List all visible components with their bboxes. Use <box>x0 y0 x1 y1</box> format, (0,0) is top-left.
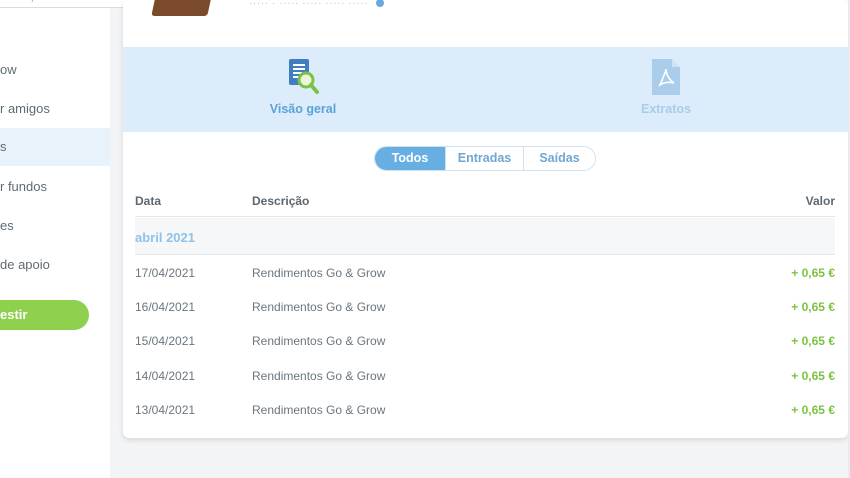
row-description: Rendimentos Go & Grow <box>252 334 386 348</box>
table-row[interactable]: 16/04/2021 Rendimentos Go & Grow + 0,65 … <box>135 290 835 324</box>
row-date: 13/04/2021 <box>135 403 196 417</box>
column-header-value: Valor <box>805 194 835 208</box>
sidebar-item-label: es <box>0 218 14 233</box>
row-date: 15/04/2021 <box>135 334 196 348</box>
column-header-description: Descrição <box>252 194 310 208</box>
column-header-date: Data <box>135 194 162 208</box>
row-value: + 0,65 € <box>791 300 835 314</box>
sidebar-item-label: de apoio <box>0 257 50 272</box>
sidebar-item-invite-friends[interactable]: r amigos <box>0 90 110 128</box>
row-date: 16/04/2021 <box>135 300 196 314</box>
row-value: + 0,65 € <box>791 266 835 280</box>
invest-button[interactable]: estir <box>0 300 89 330</box>
row-description: Rendimentos Go & Grow <box>252 300 386 314</box>
sidebar-item-label: r fundos <box>0 179 47 194</box>
table-header: Data Descrição Valor <box>135 190 835 217</box>
tab-statements[interactable]: Extratos <box>576 47 756 132</box>
transaction-filter: Todos Entradas Saídas <box>374 146 596 171</box>
filter-outgoing-button[interactable]: Saídas <box>524 147 595 170</box>
view-tabs: Visão geral Extratos <box>123 47 848 132</box>
tab-overview-label: Visão geral <box>269 102 337 116</box>
card-header: ····· · ····· ····· ····· ····· <box>123 0 848 46</box>
sidebar-item-add-funds[interactable]: r fundos <box>0 168 110 206</box>
table-row[interactable]: 14/04/2021 Rendimentos Go & Grow + 0,65 … <box>135 359 835 393</box>
card-header-text: ····· · ····· ····· ····· ····· <box>249 0 385 9</box>
product-image <box>151 0 211 16</box>
info-icon[interactable] <box>376 0 385 8</box>
filter-all-button[interactable]: Todos <box>375 147 446 170</box>
tab-overview[interactable]: Visão geral <box>213 47 393 132</box>
row-value: + 0,65 € <box>791 403 835 417</box>
table-row[interactable]: 17/04/2021 Rendimentos Go & Grow + 0,65 … <box>135 256 835 290</box>
sidebar-item-go-grow[interactable]: ow <box>0 51 110 89</box>
tab-statements-label: Extratos <box>640 102 692 116</box>
sidebar-item-label: s <box>0 139 7 154</box>
row-date: 17/04/2021 <box>135 266 196 280</box>
table-row[interactable]: 13/04/2021 Rendimentos Go & Grow + 0,65 … <box>135 393 835 427</box>
row-value: + 0,65 € <box>791 369 835 383</box>
sidebar-item-label: r amigos <box>0 101 50 116</box>
row-value: + 0,65 € <box>791 334 835 348</box>
month-label: abril 2021 <box>135 230 195 245</box>
month-group-header: abril 2021 <box>135 218 835 255</box>
sidebar-item-support[interactable]: de apoio <box>0 246 110 284</box>
transactions-card: ····· · ····· ····· ····· ····· Visão ge… <box>123 0 848 438</box>
table-row[interactable]: 15/04/2021 Rendimentos Go & Grow + 0,65 … <box>135 324 835 358</box>
row-description: Rendimentos Go & Grow <box>252 403 386 417</box>
row-description: Rendimentos Go & Grow <box>252 266 386 280</box>
row-date: 14/04/2021 <box>135 369 196 383</box>
sidebar-item-label: ow <box>0 62 17 77</box>
row-description: Rendimentos Go & Grow <box>252 369 386 383</box>
document-search-icon <box>289 59 319 94</box>
filter-incoming-button[interactable]: Entradas <box>446 147 524 170</box>
sidebar-item-settings[interactable]: es <box>0 207 110 245</box>
sidebar: ow r amigos s r fundos es de apoio estir <box>0 8 110 478</box>
pdf-document-icon <box>652 59 680 95</box>
sidebar-item-transactions[interactable]: s <box>0 128 110 166</box>
